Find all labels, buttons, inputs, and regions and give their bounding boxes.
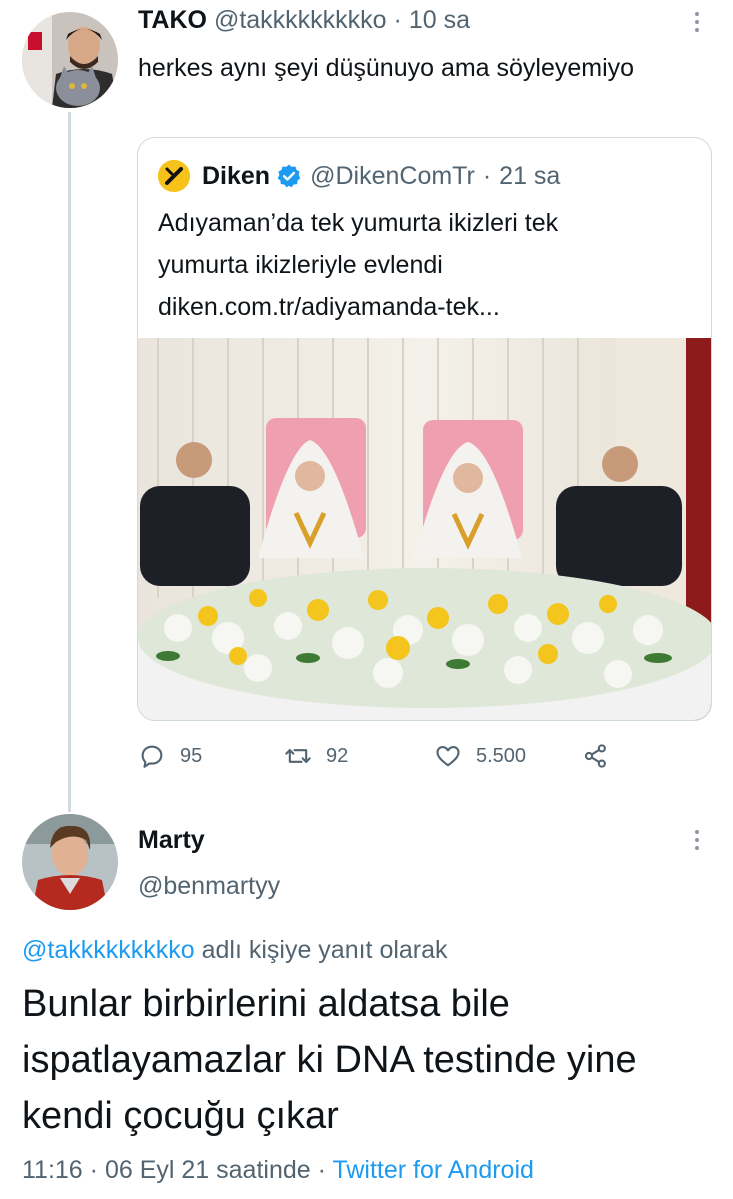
quote-text: Adıyaman’da tek yumurta ikizleri tek yum… — [158, 202, 698, 328]
tweet2-date[interactable]: 06 Eyl 21 saatinde — [105, 1156, 311, 1184]
tweet2-time[interactable]: 11:16 — [22, 1156, 83, 1184]
tweet2-handle[interactable]: @benmartyy — [138, 872, 280, 901]
verified-badge-icon — [277, 164, 301, 188]
retweet-icon — [285, 749, 311, 763]
retweet-count: 92 — [326, 744, 349, 767]
quote-header: Diken @DikenComTr · 21 sa — [158, 160, 560, 192]
tweet1-header: TAKO @takkkkkkkkko · 10 sa — [138, 6, 470, 35]
reply-button[interactable]: 95 — [138, 738, 202, 774]
diken-logo-icon — [158, 160, 190, 192]
tweet1-text: herkes aynı şeyi düşünuyo ama söyleyemiy… — [138, 54, 635, 82]
reply-to-handle[interactable]: @takkkkkkkkko — [22, 936, 195, 964]
tweet1-separator: · — [393, 6, 402, 34]
tweet1-handle[interactable]: @takkkkkkkkko — [214, 6, 387, 34]
tweet1-more-icon[interactable] — [692, 12, 702, 32]
tweet2-more-icon[interactable] — [692, 830, 702, 850]
quote-separator: · — [482, 161, 492, 190]
like-button[interactable]: 5.500 — [434, 738, 526, 774]
wedding-photo[interactable] — [138, 338, 711, 720]
tweet2-author-name[interactable]: Marty — [138, 826, 205, 855]
tweet2-separator-2: · — [317, 1156, 326, 1184]
quote-author-name[interactable]: Diken — [202, 162, 270, 191]
tweet-actions: 95 92 5.500 — [138, 738, 618, 774]
tweet2-separator-1: · — [89, 1156, 98, 1184]
tweet2-footer: 11:16 · 06 Eyl 21 saatinde · Twitter for… — [22, 1156, 534, 1185]
heart-icon — [436, 745, 460, 767]
reply-to-suffix: adlı kişiye yanıt olarak — [194, 936, 448, 964]
quote-text-line2: yumurta ikizleriyle evlendi — [158, 251, 443, 279]
like-count: 5.500 — [476, 744, 527, 767]
quote-link[interactable]: diken.com.tr/adiyamanda-tek... — [158, 286, 698, 328]
reply-count: 95 — [180, 744, 203, 767]
quote-handle[interactable]: @DikenComTr — [310, 162, 475, 191]
reply-icon — [141, 745, 163, 768]
share-icon — [584, 744, 606, 768]
tweet2-text: Bunlar birbirlerini aldatsa bile ispatla… — [22, 983, 637, 1137]
tweet1-time[interactable]: 10 sa — [409, 6, 470, 34]
share-button[interactable] — [582, 738, 624, 774]
marty-avatar[interactable] — [22, 814, 118, 910]
tako-avatar[interactable] — [22, 12, 118, 108]
quote-text-line1: Adıyaman’da tek yumurta ikizleri tek — [158, 209, 559, 237]
thread-line — [68, 112, 71, 812]
quote-time[interactable]: 21 sa — [499, 162, 560, 191]
tweet1-author-name[interactable]: TAKO — [138, 6, 207, 34]
tweet2-source[interactable]: Twitter for Android — [332, 1156, 533, 1184]
quoted-tweet-card[interactable]: Diken @DikenComTr · 21 sa Adıyaman’da te… — [137, 137, 712, 721]
retweet-button[interactable]: 92 — [284, 738, 348, 774]
reply-context: @takkkkkkkkko adlı kişiye yanıt olarak — [22, 936, 448, 965]
